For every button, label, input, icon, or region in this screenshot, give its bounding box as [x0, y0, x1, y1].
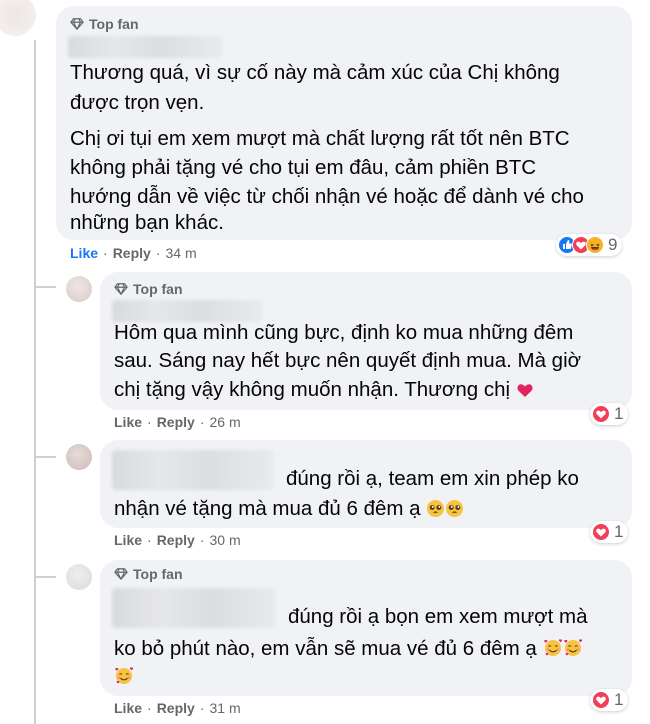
avatar[interactable]: [0, 0, 36, 36]
comment-text: chị tặng vậy không muốn nhận. Thương chị: [114, 378, 511, 401]
reaction-summary[interactable]: 1: [590, 689, 629, 711]
commenter-name[interactable]: [68, 36, 222, 58]
comment-text-line: Chị ơi tụi em xem mượt mà chất lượng rất…: [70, 127, 570, 150]
smiling-face-with-hearts-icon: [543, 639, 562, 656]
top-fan-badge: Top fan: [70, 16, 139, 32]
comment-text-line: những bạn khác.: [70, 211, 224, 234]
comment-text-line: Thương quá, vì sự cố này mà cảm xúc của …: [70, 61, 560, 84]
like-button[interactable]: Like: [114, 414, 142, 430]
heart-reaction-icon: [592, 691, 610, 709]
diamond-icon: [70, 18, 84, 30]
reaction-count: 1: [614, 404, 624, 423]
top-fan-badge: Top fan: [114, 281, 183, 297]
badge-label: Top fan: [89, 16, 139, 32]
diamond-icon: [114, 568, 128, 580]
comment-actions: Like · Reply · 30 m: [114, 532, 241, 548]
comment-timestamp[interactable]: 26 m: [209, 414, 240, 430]
comment-text-line: được trọn vẹn.: [70, 91, 205, 114]
like-button[interactable]: Like: [114, 700, 142, 716]
comment-text-line: không phải tặng vé cho tụi em đâu, cảm p…: [70, 156, 537, 179]
comment-text-line: chị tặng vậy không muốn nhận. Thương chị: [114, 375, 534, 405]
reaction-count: 1: [614, 522, 624, 541]
comment-text-line: đúng rồi ạ bọn em xem mượt mà: [288, 605, 588, 628]
reply-button[interactable]: Reply: [113, 245, 151, 261]
commenter-name[interactable]: [112, 450, 274, 490]
thread-connector: [34, 286, 56, 288]
reaction-summary[interactable]: 1: [590, 521, 629, 543]
comment-timestamp[interactable]: 34 m: [165, 245, 196, 261]
reaction-summary[interactable]: 9: [556, 234, 623, 256]
thread-line: [34, 40, 36, 724]
top-fan-badge: Top fan: [114, 566, 183, 582]
thread-connector: [34, 456, 56, 458]
thread-connector: [34, 576, 56, 578]
commenter-name[interactable]: [112, 588, 276, 628]
smiling-face-with-hearts-icon: [115, 667, 134, 684]
comment-timestamp[interactable]: 31 m: [209, 700, 240, 716]
reply-button[interactable]: Reply: [157, 414, 195, 430]
avatar[interactable]: [66, 276, 92, 302]
badge-label: Top fan: [133, 566, 183, 582]
reply-button[interactable]: Reply: [157, 700, 195, 716]
like-button[interactable]: Like: [70, 245, 98, 261]
comment-text-line: Hôm qua mình cũng bực, định ko mua những…: [114, 321, 574, 344]
badge-label: Top fan: [133, 281, 183, 297]
comment-text: ko bỏ phút nào, em vẫn sẽ mua vé đủ 6 đê…: [114, 637, 537, 660]
comment-text: nhận vé tặng mà mua đủ 6 đêm ạ: [114, 497, 421, 520]
comment-actions: Like · Reply · 34 m: [70, 245, 197, 261]
comment-text-line: đúng rồi ạ, team em xin phép ko: [286, 467, 579, 490]
heart-reaction-icon: [592, 523, 610, 541]
reaction-count: 9: [608, 235, 618, 254]
comment-text-line: sau. Sáng nay hết bực nên quyết định mua…: [114, 349, 582, 372]
diamond-icon: [114, 283, 128, 295]
avatar[interactable]: [66, 564, 92, 590]
smiling-face-with-hearts-icon: [563, 639, 582, 656]
like-button[interactable]: Like: [114, 532, 142, 548]
pleading-face-icon: [446, 499, 464, 518]
heart-reaction-icon: [592, 405, 610, 423]
reaction-count: 1: [614, 690, 624, 709]
comment-actions: Like · Reply · 26 m: [114, 414, 241, 430]
comment-text-line: nhận vé tặng mà mua đủ 6 đêm ạ: [114, 494, 464, 524]
reaction-summary[interactable]: 1: [590, 403, 629, 425]
haha-reaction-icon: [586, 236, 604, 254]
avatar[interactable]: [66, 444, 92, 470]
comment-text-line: [114, 662, 134, 692]
red-heart-icon: [517, 384, 533, 397]
reply-button[interactable]: Reply: [157, 532, 195, 548]
comment-timestamp[interactable]: 30 m: [209, 532, 240, 548]
pleading-face-icon: [427, 499, 445, 518]
comment-actions: Like · Reply · 31 m: [114, 700, 241, 716]
comment-text-line: ko bỏ phút nào, em vẫn sẽ mua vé đủ 6 đê…: [114, 634, 583, 664]
